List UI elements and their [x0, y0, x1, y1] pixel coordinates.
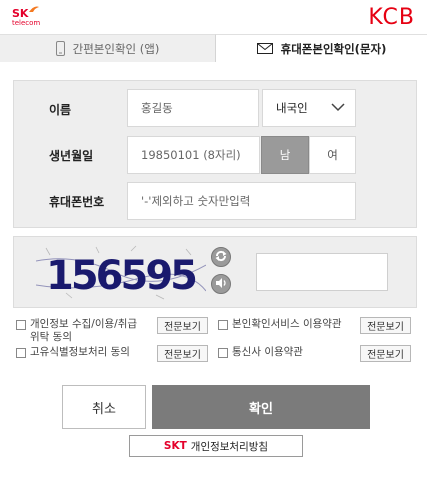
gender-female-button[interactable]: 여 [309, 136, 356, 174]
captcha-text: 156595 [46, 253, 196, 299]
identity-form: 이름 홍길동 내국인 생년월일 19850101 (8자리) 남 여 휴대폰번호… [13, 80, 417, 228]
captcha-refresh-button[interactable] [211, 247, 231, 267]
privacy-text: 개인정보처리방침 [190, 440, 269, 453]
sk-logo-sub: telecom [12, 19, 41, 27]
refresh-icon [214, 248, 228, 267]
sk-telecom-logo: SK telecom [12, 6, 82, 29]
confirm-button[interactable]: 확인 [152, 385, 370, 429]
birth-placeholder: 19850101 (8자리) [141, 148, 241, 162]
envelope-icon [256, 43, 273, 54]
tab-app-label: 간편본인확인 (앱) [72, 41, 160, 56]
agree-collect-view-button[interactable]: 전문보기 [157, 317, 208, 334]
captcha-area: 156595 [13, 236, 417, 308]
phone-placeholder: '-'제외하고 숫자만입력 [141, 194, 251, 208]
gender-male-label: 남 [279, 148, 291, 162]
nationality-select[interactable]: 내국인 [262, 89, 356, 127]
name-placeholder: 홍길동 [141, 101, 173, 115]
phone-label: 휴대폰번호 [49, 195, 105, 209]
name-input[interactable]: 홍길동 [127, 89, 259, 127]
gender-female-label: 여 [327, 148, 338, 162]
agree-unique-id-label: 고유식별정보처리 동의 [30, 346, 130, 358]
sk-wing-icon [29, 6, 39, 12]
phone-input[interactable]: '-'제외하고 숫자만입력 [127, 182, 356, 220]
cancel-button[interactable]: 취소 [62, 385, 146, 429]
captcha-audio-button[interactable] [211, 274, 231, 294]
tab-app-auth[interactable]: 간편본인확인 (앱) [0, 34, 216, 62]
agree-carrier-label: 통신사 이용약관 [232, 346, 303, 358]
agree-unique-id-checkbox[interactable] [16, 348, 26, 358]
header: SK telecom KCB [0, 0, 427, 34]
tab-sms-label: 휴대폰본인확인(문자) [280, 41, 387, 56]
tab-sms-auth[interactable]: 휴대폰본인확인(문자) [216, 34, 427, 62]
agree-collect-checkbox[interactable] [16, 320, 26, 330]
agree-collect-label: 개인정보 수집/이용/취급 위탁 동의 [30, 318, 138, 343]
captcha-input[interactable] [256, 253, 388, 291]
agree-service-view-button[interactable]: 전문보기 [360, 317, 411, 334]
captcha-image: 156595 [36, 245, 206, 300]
name-label: 이름 [49, 103, 72, 117]
birth-label: 생년월일 [49, 149, 94, 163]
privacy-policy-link[interactable]: SKT 개인정보처리방침 [129, 435, 303, 457]
nationality-value: 내국인 [276, 101, 308, 115]
agree-service-checkbox[interactable] [218, 320, 228, 330]
agree-carrier-checkbox[interactable] [218, 348, 228, 358]
gender-male-button[interactable]: 남 [261, 136, 309, 174]
chevron-down-icon [331, 101, 345, 115]
kcb-logo: KCB [368, 5, 415, 30]
agree-carrier-view-button[interactable]: 전문보기 [360, 345, 411, 362]
agree-unique-id-view-button[interactable]: 전문보기 [157, 345, 208, 362]
birth-input[interactable]: 19850101 (8자리) [127, 136, 260, 174]
agree-service-label: 본인확인서비스 이용약관 [232, 318, 342, 330]
phone-icon [55, 41, 65, 56]
speaker-icon [214, 275, 228, 294]
privacy-skt-label: SKT [163, 440, 187, 452]
auth-method-tabs: 간편본인확인 (앱) 휴대폰본인확인(문자) [0, 34, 427, 62]
